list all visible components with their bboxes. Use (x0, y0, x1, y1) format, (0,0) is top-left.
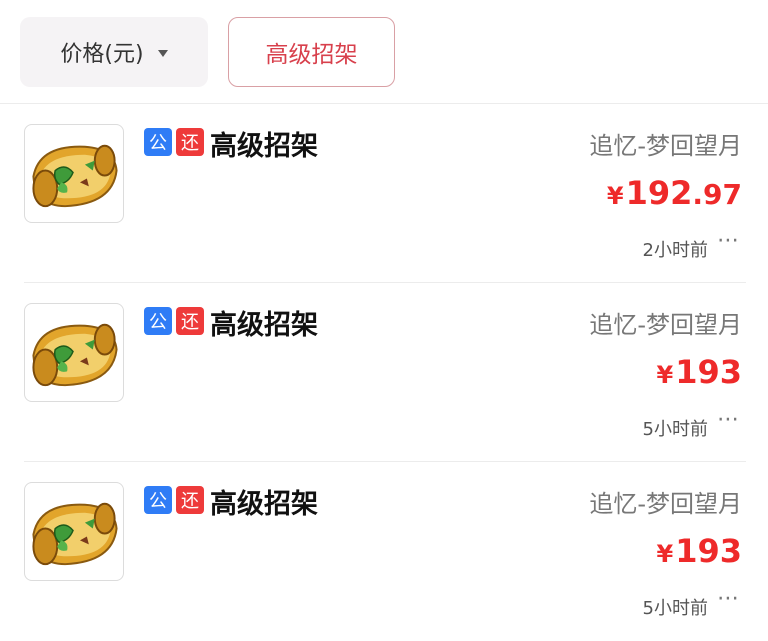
tag-group: 公 还 (144, 486, 204, 514)
return-tag: 还 (176, 307, 204, 335)
skill-filter-button[interactable]: 高级招架 (228, 17, 395, 87)
item-name: 高级招架 (210, 131, 318, 162)
price-integer: 193 (675, 532, 742, 570)
price: ¥192.97 (607, 174, 742, 212)
price-integer: 192 (625, 174, 693, 212)
filter-bar: 价格(元) 高级招架 (0, 0, 768, 104)
listing-row[interactable]: 公 还 高级招架 追忆-梦回望月 ¥193 5小时前 ⋯ (0, 462, 768, 641)
currency-symbol: ¥ (656, 361, 674, 389)
skill-filter-label: 高级招架 (265, 42, 358, 68)
price: ¥193 (657, 532, 743, 570)
server-name: 追忆-梦回望月 (589, 490, 742, 518)
tag-group: 公 还 (144, 307, 204, 335)
currency-symbol: ¥ (656, 540, 674, 568)
listed-time: 2小时前 (642, 240, 708, 261)
price-integer: 193 (675, 353, 742, 391)
skill-scroll-icon (24, 482, 124, 581)
listing-row[interactable]: 公 还 高级招架 追忆-梦回望月 ¥193 5小时前 ⋯ (0, 283, 768, 462)
price-sort-label: 价格(元) (60, 42, 144, 67)
currency-symbol: ¥ (606, 182, 624, 210)
more-options-icon[interactable]: ⋯ (717, 586, 740, 611)
listed-time: 5小时前 (642, 419, 708, 440)
public-tag: 公 (144, 128, 172, 156)
listing-list: 公 还 高级招架 追忆-梦回望月 ¥192.97 2小时前 ⋯ 公 还 高级招架… (0, 104, 768, 641)
item-name: 高级招架 (210, 310, 318, 341)
listed-time: 5小时前 (642, 598, 708, 619)
caret-down-icon (157, 49, 168, 57)
more-options-icon[interactable]: ⋯ (717, 407, 740, 432)
server-name: 追忆-梦回望月 (589, 311, 742, 339)
more-options-icon[interactable]: ⋯ (717, 228, 740, 253)
price: ¥193 (657, 353, 743, 391)
public-tag: 公 (144, 307, 172, 335)
public-tag: 公 (144, 486, 172, 514)
return-tag: 还 (176, 128, 204, 156)
price-decimal: .97 (692, 178, 742, 211)
server-name: 追忆-梦回望月 (589, 132, 742, 160)
tag-group: 公 还 (144, 128, 204, 156)
price-sort-button[interactable]: 价格(元) (20, 17, 208, 87)
return-tag: 还 (176, 486, 204, 514)
item-name: 高级招架 (210, 489, 318, 520)
skill-scroll-icon (24, 303, 124, 402)
skill-scroll-icon (24, 124, 124, 223)
listing-row[interactable]: 公 还 高级招架 追忆-梦回望月 ¥192.97 2小时前 ⋯ (0, 104, 768, 283)
